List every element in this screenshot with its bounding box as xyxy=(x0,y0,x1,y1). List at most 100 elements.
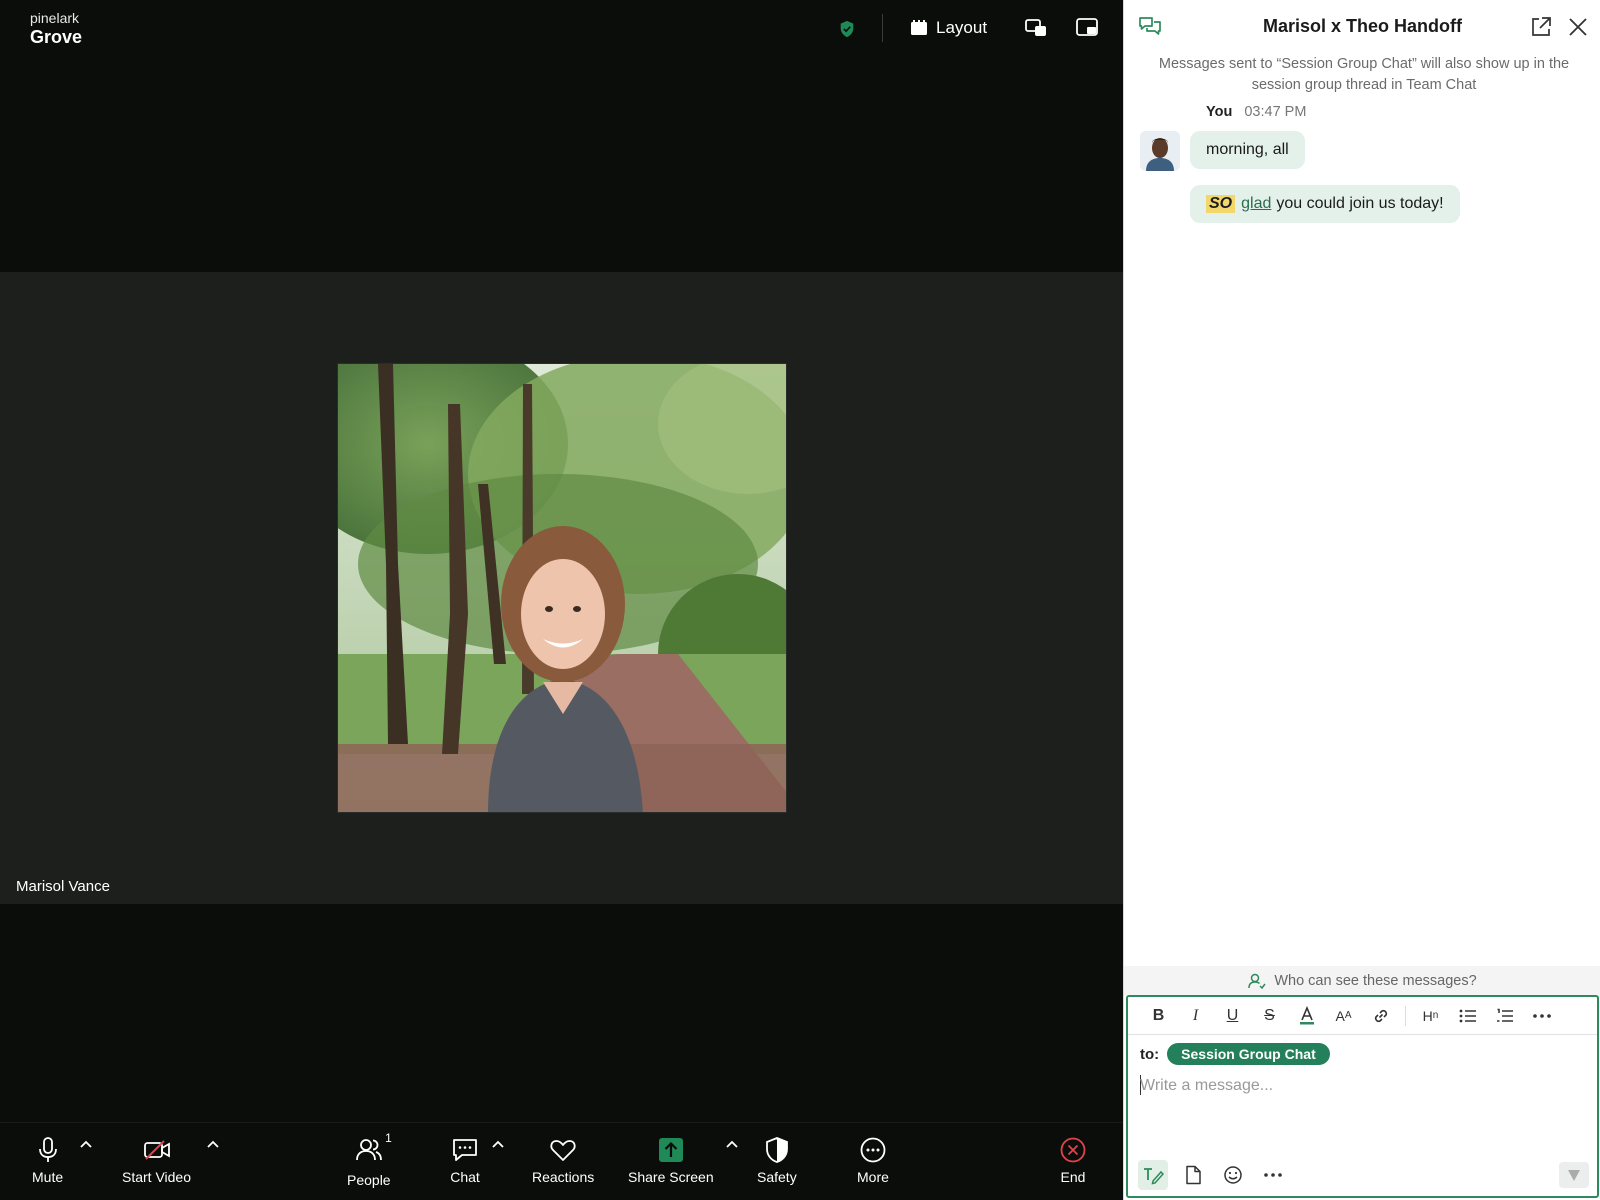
message-highlighted-text: SO xyxy=(1206,195,1236,213)
chat-title: Marisol x Theo Handoff xyxy=(1262,16,1462,36)
meeting-area: pinelark Grove Layout Marisol Vance Mute… xyxy=(0,0,1123,1200)
people-label: People xyxy=(347,1172,391,1188)
message-composer: B I U S AA Hn to: Session Group Chat Wri… xyxy=(1126,995,1599,1198)
more-button[interactable]: More xyxy=(857,1135,889,1185)
end-label: End xyxy=(1060,1169,1086,1185)
person-visibility-icon xyxy=(1248,973,1266,990)
link-icon[interactable] xyxy=(1362,1001,1399,1031)
shield-icon xyxy=(765,1137,788,1163)
message-text: morning, all xyxy=(1206,141,1289,158)
emoji-button[interactable] xyxy=(1218,1160,1248,1190)
layout-icon xyxy=(911,20,927,35)
emoji-icon xyxy=(1224,1166,1242,1184)
underline-icon[interactable]: U xyxy=(1214,1001,1251,1031)
app-window: pinelark Grove Layout Marisol Vance Mute… xyxy=(0,0,1600,1200)
meeting-topbar: pinelark Grove Layout xyxy=(0,0,1123,56)
layout-button[interactable]: Layout xyxy=(910,15,987,41)
brand-logo: pinelark Grove xyxy=(30,10,82,48)
chat-label: Chat xyxy=(450,1169,480,1185)
layout-label: Layout xyxy=(936,18,988,37)
heading-icon[interactable]: Hn xyxy=(1412,1001,1449,1031)
meeting-toolbar: Mute Start Video 1 People Chat Reactions… xyxy=(0,1122,1123,1200)
safety-button[interactable]: Safety xyxy=(757,1135,797,1185)
message-text: you could join us today! xyxy=(1276,195,1444,212)
bold-icon[interactable]: B xyxy=(1140,1001,1177,1031)
pop-out-icon[interactable] xyxy=(1530,16,1552,38)
people-count-badge: 1 xyxy=(385,1131,392,1145)
format-text-button[interactable] xyxy=(1138,1160,1168,1190)
start-video-button[interactable]: Start Video xyxy=(122,1135,191,1185)
more-label: More xyxy=(857,1169,889,1185)
composer-tools xyxy=(1138,1160,1288,1190)
font-size-icon[interactable]: AA xyxy=(1325,1001,1362,1031)
format-text-icon xyxy=(1144,1168,1164,1185)
strikethrough-icon[interactable]: S xyxy=(1251,1001,1288,1031)
to-label: to: xyxy=(1140,1045,1160,1063)
recipient-row: to: Session Group Chat xyxy=(1140,1043,1330,1065)
file-icon xyxy=(1186,1165,1201,1185)
chat-options-chevron-up-icon[interactable] xyxy=(490,1137,506,1153)
heart-icon xyxy=(550,1140,576,1161)
bullet-list-icon[interactable] xyxy=(1449,1001,1486,1031)
start-video-label: Start Video xyxy=(122,1169,192,1185)
who-can-see-button[interactable]: Who can see these messages? xyxy=(1124,966,1600,996)
microphone-icon xyxy=(38,1137,57,1162)
end-button[interactable]: End xyxy=(1058,1135,1088,1185)
avatar[interactable] xyxy=(1140,131,1180,171)
formatting-toolbar: B I U S AA Hn xyxy=(1128,997,1597,1035)
mute-label: Mute xyxy=(32,1169,64,1185)
chat-button[interactable]: Chat xyxy=(450,1135,480,1185)
encryption-shield-icon[interactable] xyxy=(838,20,856,38)
participant-name-label: Marisol Vance xyxy=(16,878,110,895)
message-bubble[interactable]: SO glad you could join us today! xyxy=(1190,185,1460,223)
video-stage: Marisol Vance xyxy=(0,272,1123,904)
more-dots-icon xyxy=(1264,1173,1282,1177)
people-icon xyxy=(355,1139,382,1161)
more-formatting-glyph xyxy=(1532,1013,1551,1018)
message-bubble[interactable]: morning, all xyxy=(1190,131,1305,169)
who-can-see-label: Who can see these messages? xyxy=(1274,973,1477,989)
minimize-window-icon[interactable] xyxy=(1075,16,1099,40)
share-screen-label: Share Screen xyxy=(628,1169,714,1185)
brand-org: pinelark xyxy=(30,10,80,26)
text-color-glyph xyxy=(1299,1005,1314,1024)
chat-visibility-notice: Messages sent to “Session Group Chat” wi… xyxy=(1158,56,1570,93)
text-color-icon[interactable] xyxy=(1288,1001,1325,1031)
numbered-list-glyph xyxy=(1496,1008,1513,1022)
share-screen-button[interactable]: Share Screen xyxy=(628,1135,714,1185)
picture-in-picture-icon[interactable] xyxy=(1024,16,1048,40)
audio-options-chevron-up-icon[interactable] xyxy=(78,1137,94,1153)
attach-file-button[interactable] xyxy=(1178,1160,1208,1190)
chat-bubble-icon xyxy=(453,1139,477,1161)
share-screen-arrow-icon xyxy=(658,1138,683,1162)
link-glyph xyxy=(1374,1009,1387,1022)
chat-panel: Marisol x Theo Handoff Messages sent to … xyxy=(1123,0,1600,1200)
video-off-icon xyxy=(143,1140,170,1160)
safety-label: Safety xyxy=(757,1169,797,1185)
video-options-chevron-up-icon[interactable] xyxy=(205,1137,221,1153)
message-underlined-text: glad xyxy=(1241,195,1272,212)
end-call-x-icon xyxy=(1060,1137,1086,1163)
participant-video[interactable] xyxy=(337,363,787,813)
recipient-chip[interactable]: Session Group Chat xyxy=(1167,1043,1330,1065)
more-dots-icon xyxy=(860,1137,886,1163)
message-time: 03:47 PM xyxy=(1244,104,1307,120)
people-button[interactable]: 1 People xyxy=(347,1131,392,1188)
chat-header: Marisol x Theo Handoff xyxy=(1124,0,1600,54)
reactions-button[interactable]: Reactions xyxy=(532,1135,594,1185)
share-options-chevron-up-icon[interactable] xyxy=(724,1137,740,1153)
numbered-list-icon[interactable] xyxy=(1486,1001,1523,1031)
message-input[interactable] xyxy=(1140,1071,1580,1101)
toolbar-divider xyxy=(1405,1005,1406,1026)
participant-video-frame xyxy=(338,364,786,812)
more-options-button[interactable] xyxy=(1258,1160,1288,1190)
avatar-image xyxy=(1140,131,1180,171)
bullet-list-glyph xyxy=(1459,1009,1476,1022)
reactions-label: Reactions xyxy=(532,1169,595,1185)
message-meta: You 03:47 PM xyxy=(1206,104,1306,120)
send-button[interactable] xyxy=(1559,1162,1589,1188)
close-icon[interactable] xyxy=(1567,16,1589,38)
mute-button[interactable]: Mute xyxy=(32,1135,63,1185)
more-formatting-icon[interactable] xyxy=(1523,1001,1560,1031)
italic-icon[interactable]: I xyxy=(1177,1001,1214,1031)
